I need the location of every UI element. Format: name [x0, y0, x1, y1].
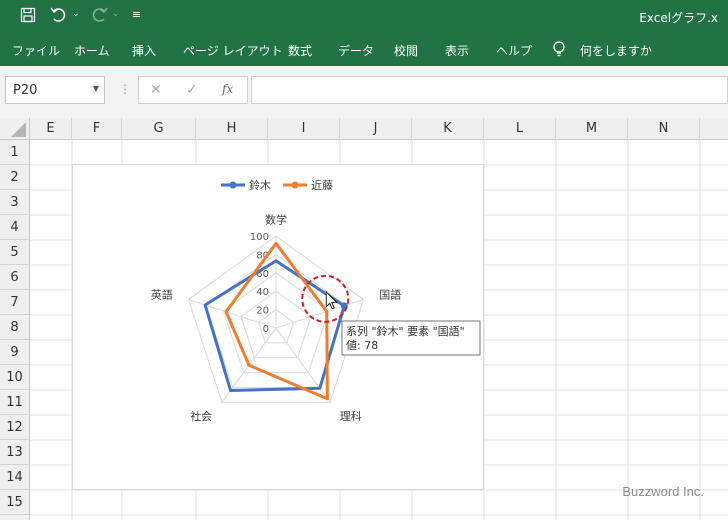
row-header-3[interactable]: 3	[0, 190, 29, 215]
radar-spoke-3	[275, 327, 331, 403]
tab-home[interactable]: ホーム	[74, 42, 110, 59]
row-header-9[interactable]: 9	[0, 340, 29, 365]
row-header-12[interactable]: 12	[0, 415, 29, 440]
legend-marker-1	[229, 181, 237, 189]
tab-formulas[interactable]: 数式	[288, 42, 312, 59]
cancel-icon[interactable]: ✕	[150, 82, 162, 98]
tab-view[interactable]: 表示	[445, 42, 469, 59]
column-header-f[interactable]: F	[72, 118, 122, 140]
row-header-2[interactable]: 2	[0, 165, 29, 190]
tab-file[interactable]: ファイル	[12, 42, 60, 59]
tab-review[interactable]: 校閲	[394, 42, 418, 59]
customize-qat-icon[interactable]: ≡	[132, 8, 141, 21]
column-header-l[interactable]: L	[484, 118, 556, 140]
row-headers: 1 2 3 4 5 6 7 8 9 10 11 12 13 14 15	[0, 140, 30, 520]
column-header-h[interactable]: H	[196, 118, 268, 140]
name-box-value: P20	[13, 83, 38, 98]
enter-icon[interactable]: ✓	[186, 82, 198, 98]
formula-bar-grip-icon: ⋮	[119, 82, 131, 96]
column-header-i[interactable]: I	[268, 118, 340, 140]
name-box[interactable]: P20 ▼	[5, 76, 105, 104]
legend-label-1: 鈴木	[249, 178, 271, 192]
select-all-button[interactable]	[0, 118, 30, 140]
chart-legend[interactable]: 鈴木 近藤	[221, 178, 333, 192]
category-label: 社会	[190, 409, 212, 423]
row-header-14[interactable]: 14	[0, 465, 29, 490]
tooltip-line-1: 系列 "鈴木" 要素 "国語"	[346, 324, 465, 338]
radar-plot: 鈴木 近藤 020406080100 数学国語理科社会英語 系列 "鈴木" 要素 …	[151, 178, 481, 423]
formula-input[interactable]	[251, 76, 728, 104]
row-header-11[interactable]: 11	[0, 390, 29, 415]
row-header-7[interactable]: 7	[0, 290, 29, 315]
document-title: Excelグラフ.x	[639, 11, 718, 25]
row-header-8[interactable]: 8	[0, 315, 29, 340]
lightbulb-icon[interactable]	[552, 40, 566, 61]
row-header-1[interactable]: 1	[0, 140, 29, 165]
radar-tick-label: 40	[256, 287, 269, 298]
legend-label-2: 近藤	[311, 179, 333, 192]
column-header-k[interactable]: K	[412, 118, 484, 140]
tab-data[interactable]: データ	[338, 42, 374, 59]
row-header-6[interactable]: 6	[0, 265, 29, 290]
ribbon-tabs: ファイル ホーム 挿入 ページ レイアウト 数式 データ 校閲 表示 ヘルプ 何…	[0, 34, 728, 66]
title-bar: ⌄ ⌄ ≡ Excelグラフ.x	[0, 0, 728, 34]
category-label: 英語	[151, 287, 173, 301]
category-label: 数学	[265, 212, 287, 226]
column-header-m[interactable]: M	[556, 118, 628, 140]
tooltip-line-2: 値: 78	[346, 339, 378, 352]
tell-me-search[interactable]: 何をしますか	[580, 42, 652, 59]
tab-page-layout[interactable]: ページ レイアウト	[183, 42, 283, 59]
column-header-e[interactable]: E	[30, 118, 72, 140]
row-header-15[interactable]: 15	[0, 490, 29, 515]
column-header-j[interactable]: J	[340, 118, 412, 140]
radar-chart[interactable]: 鈴木 近藤 0 20 40 60 80 100 数学 国語 理科 社会 英語 系列 "鈴木" 要素 …	[72, 164, 484, 490]
row-header-4[interactable]: 4	[0, 215, 29, 240]
undo-icon[interactable]	[50, 7, 68, 27]
row-header-5[interactable]: 5	[0, 240, 29, 265]
name-box-dropdown-icon[interactable]: ▼	[93, 84, 99, 93]
column-headers: E F G H I J K L M N	[0, 118, 728, 140]
insert-function-icon[interactable]: fx	[222, 82, 233, 96]
row-header-13[interactable]: 13	[0, 440, 29, 465]
row-header-10[interactable]: 10	[0, 365, 29, 390]
formula-tools: ✕ ✓ fx	[138, 76, 248, 104]
save-icon[interactable]	[20, 7, 36, 27]
radar-tick-label: 0	[263, 324, 269, 335]
category-label: 理科	[340, 409, 362, 423]
tab-insert[interactable]: 挿入	[132, 42, 156, 59]
redo-dropdown-icon[interactable]: ⌄	[112, 9, 120, 19]
category-label: 国語	[379, 287, 401, 301]
undo-dropdown-icon[interactable]: ⌄	[72, 9, 80, 19]
column-header-g[interactable]: G	[122, 118, 196, 140]
redo-icon[interactable]	[90, 7, 108, 27]
tab-help[interactable]: ヘルプ	[496, 42, 532, 59]
watermark: Buzzword Inc.	[622, 484, 704, 499]
radar-tick-label: 100	[250, 232, 269, 243]
radar-tick-label: 20	[256, 306, 269, 317]
column-header-n[interactable]: N	[628, 118, 700, 140]
legend-marker-2	[291, 181, 299, 189]
